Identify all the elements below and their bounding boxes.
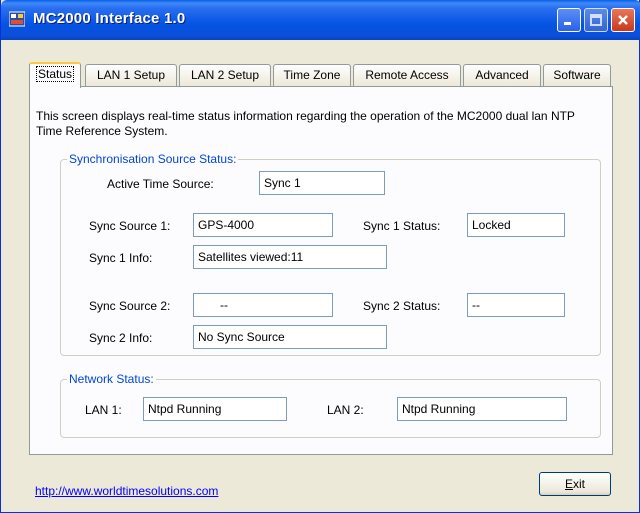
sync-source-1-field[interactable]: GPS-4000: [193, 213, 333, 237]
lan2-status-field[interactable]: Ntpd Running: [397, 397, 567, 421]
sync-2-info-label: Sync 2 Info:: [89, 331, 153, 345]
tab-status[interactable]: Status: [29, 62, 81, 88]
sync-1-status-label: Sync 1 Status:: [363, 219, 441, 233]
sync-1-info-label: Sync 1 Info:: [89, 251, 153, 265]
app-icon: [9, 11, 25, 27]
tab-advanced[interactable]: Advanced: [463, 64, 541, 86]
tab-software[interactable]: Software: [543, 64, 611, 86]
tab-time-zone-label: Time Zone: [283, 68, 341, 82]
maximize-button[interactable]: [584, 8, 608, 32]
tab-status-label: Status: [35, 66, 75, 82]
tab-advanced-label: Advanced: [475, 68, 529, 82]
close-button[interactable]: [611, 8, 635, 32]
exit-label: xit: [573, 477, 585, 491]
main-window: MC2000 Interface 1.0 Status LAN 1 Setup …: [0, 0, 640, 513]
exit-accesskey: E: [564, 477, 573, 491]
tab-software-label: Software: [553, 68, 601, 82]
sync-2-status-field[interactable]: --: [467, 293, 565, 317]
title-bar[interactable]: MC2000 Interface 1.0: [1, 0, 640, 40]
sync-source-status-group: Synchronisation Source Status: Active Ti…: [60, 152, 601, 356]
close-icon: [618, 15, 628, 25]
website-link[interactable]: http://www.worldtimesolutions.com: [35, 484, 218, 498]
minimize-icon: [564, 22, 571, 25]
sync-2-info-field[interactable]: No Sync Source: [193, 325, 387, 349]
sync-source-2-field[interactable]: --: [193, 293, 333, 317]
active-time-source-field[interactable]: Sync 1: [259, 171, 385, 195]
status-description: This screen displays real-time status in…: [36, 109, 575, 138]
network-group-title: Network Status:: [67, 372, 156, 386]
lan1-label: LAN 1:: [85, 403, 122, 417]
tab-time-zone[interactable]: Time Zone: [273, 64, 351, 86]
minimize-button[interactable]: [557, 8, 581, 32]
tab-lan1-setup[interactable]: LAN 1 Setup: [85, 64, 177, 86]
sync-source-1-label: Sync Source 1:: [89, 219, 171, 233]
sync-1-status-field[interactable]: Locked: [467, 213, 565, 237]
active-time-source-label: Active Time Source:: [107, 177, 214, 191]
lan2-label: LAN 2:: [327, 403, 364, 417]
sync-source-2-label: Sync Source 2:: [89, 299, 171, 313]
lan1-status-field[interactable]: Ntpd Running: [143, 397, 287, 421]
sync-2-status-label: Sync 2 Status:: [363, 299, 441, 313]
tab-remote-access-label: Remote Access: [365, 68, 449, 82]
sync-group-title: Synchronisation Source Status:: [67, 152, 239, 166]
status-tab-panel: This screen displays real-time status in…: [29, 86, 613, 455]
tab-lan2-setup[interactable]: LAN 2 Setup: [179, 64, 271, 86]
sync-1-info-field[interactable]: Satellites viewed:11: [193, 245, 387, 269]
window-title: MC2000 Interface 1.0: [33, 10, 186, 27]
tab-lan2-setup-label: LAN 2 Setup: [190, 68, 260, 82]
maximize-icon: [590, 14, 602, 26]
network-status-group: Network Status: LAN 1: Ntpd Running LAN …: [60, 372, 601, 438]
exit-button[interactable]: Exit: [539, 472, 611, 496]
tab-remote-access[interactable]: Remote Access: [353, 64, 461, 86]
tab-lan1-setup-label: LAN 1 Setup: [96, 68, 166, 82]
